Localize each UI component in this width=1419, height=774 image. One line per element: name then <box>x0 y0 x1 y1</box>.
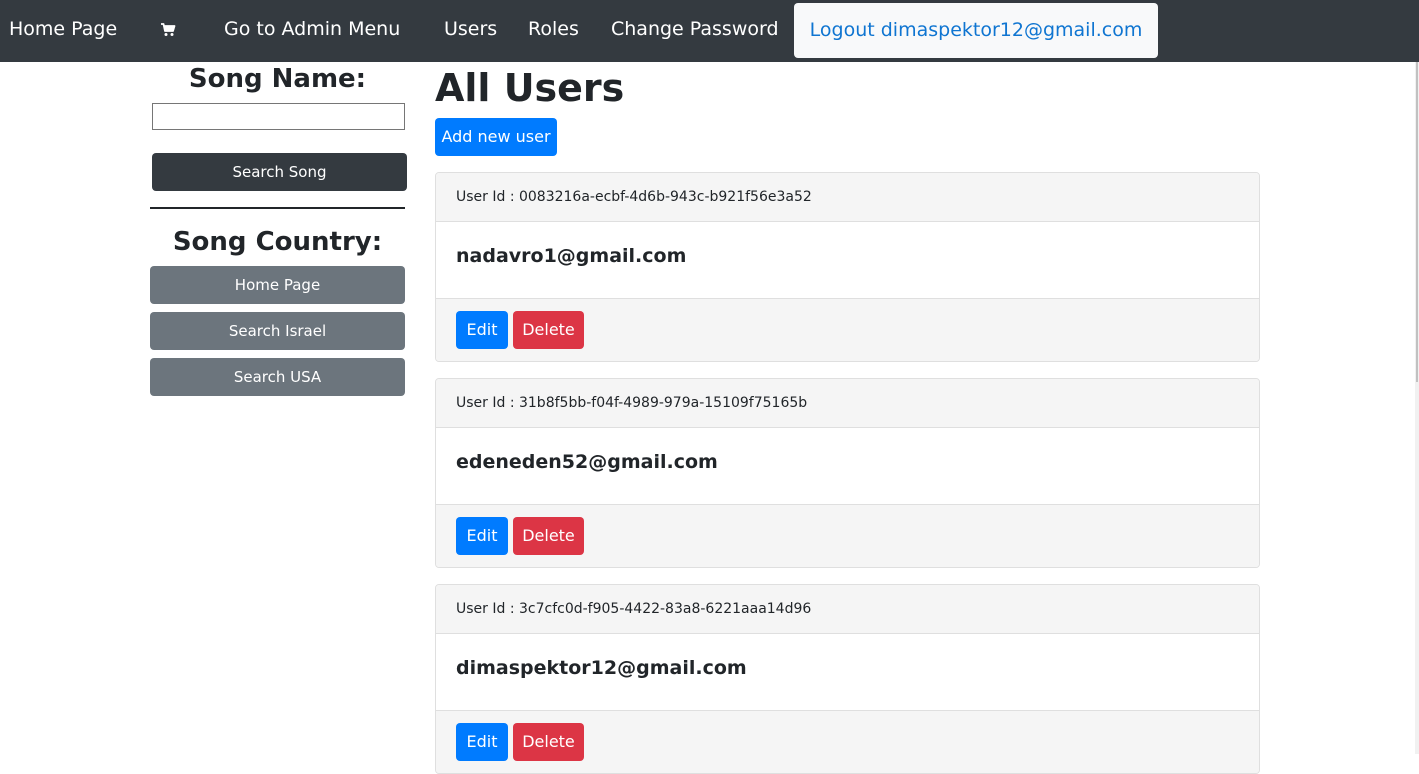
user-card: User Id : 31b8f5bb-f04f-4989-979a-15109f… <box>435 378 1260 568</box>
user-email: nadavro1@gmail.com <box>456 245 687 267</box>
song-name-input[interactable] <box>152 103 405 130</box>
nav-admin-menu-link[interactable]: Go to Admin Menu <box>224 14 400 44</box>
card-footer: Edit Delete <box>436 504 1259 567</box>
user-id-text: User Id : 0083216a-ecbf-4d6b-943c-b921f5… <box>436 173 1259 222</box>
card-footer: Edit Delete <box>436 710 1259 773</box>
top-navbar: Home Page Go to Admin Menu Users Roles C… <box>0 0 1419 62</box>
delete-user-button[interactable]: Delete <box>513 517 584 555</box>
scrollbar-thumb[interactable] <box>1416 62 1418 382</box>
song-country-heading: Song Country: <box>172 227 383 257</box>
user-email: edeneden52@gmail.com <box>456 451 718 473</box>
user-card: User Id : 0083216a-ecbf-4d6b-943c-b921f5… <box>435 172 1260 362</box>
card-footer: Edit Delete <box>436 298 1259 361</box>
edit-user-button[interactable]: Edit <box>456 723 508 761</box>
search-usa-button[interactable]: Search USA <box>150 358 405 396</box>
user-id-text: User Id : 31b8f5bb-f04f-4989-979a-15109f… <box>436 379 1259 428</box>
cart-icon[interactable] <box>160 22 176 38</box>
user-id-text: User Id : 3c7cfc0d-f905-4422-83a8-6221aa… <box>436 585 1259 634</box>
search-song-button[interactable]: Search Song <box>152 153 407 191</box>
edit-user-button[interactable]: Edit <box>456 311 508 349</box>
user-email: dimaspektor12@gmail.com <box>456 657 747 679</box>
edit-user-button[interactable]: Edit <box>456 517 508 555</box>
country-home-page-button[interactable]: Home Page <box>150 266 405 304</box>
page-title: All Users <box>435 66 625 110</box>
nav-users-link[interactable]: Users <box>444 14 497 44</box>
user-card: User Id : 3c7cfc0d-f905-4422-83a8-6221aa… <box>435 584 1260 774</box>
nav-home-link[interactable]: Home Page <box>9 14 117 44</box>
song-name-heading: Song Name: <box>188 64 367 94</box>
delete-user-button[interactable]: Delete <box>513 723 584 761</box>
nav-change-password-link[interactable]: Change Password <box>611 14 779 44</box>
add-new-user-button[interactable]: Add new user <box>435 118 557 156</box>
logout-button[interactable]: Logout dimaspektor12@gmail.com <box>794 3 1158 58</box>
sidebar-divider <box>150 207 405 209</box>
nav-roles-link[interactable]: Roles <box>528 14 579 44</box>
search-israel-button[interactable]: Search Israel <box>150 312 405 350</box>
delete-user-button[interactable]: Delete <box>513 311 584 349</box>
